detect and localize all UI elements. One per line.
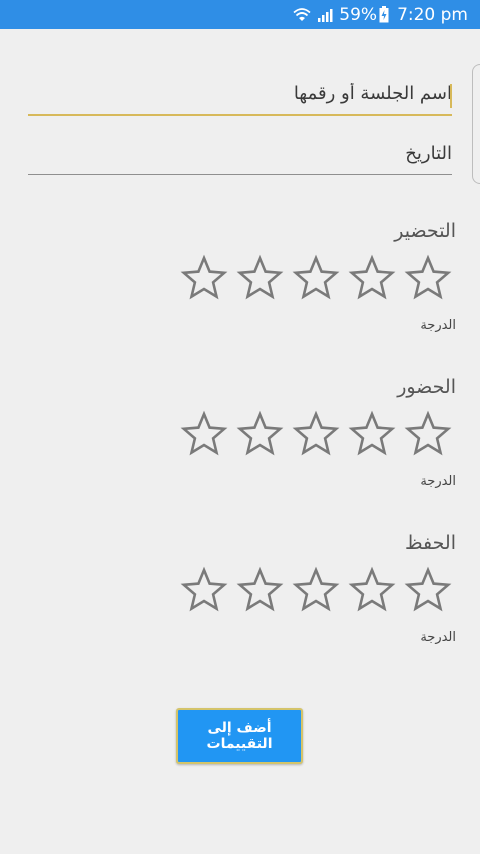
rating-bar-memorization[interactable] [180,566,452,614]
star-outline-icon[interactable] [348,410,396,458]
star-outline-icon[interactable] [236,410,284,458]
date-input[interactable] [28,138,452,174]
session-field-underline [28,114,452,116]
session-name-input[interactable] [28,78,452,114]
signal-icon [317,7,333,23]
session-name-field[interactable] [28,78,452,116]
wifi-icon [293,7,311,23]
star-outline-icon[interactable] [292,566,340,614]
star-outline-icon[interactable] [236,566,284,614]
rating-title-attendance: الحضور [397,376,456,398]
star-outline-icon[interactable] [236,254,284,302]
text-caret [450,84,452,108]
scroll-edge-indicator [472,64,480,184]
date-field-underline [28,174,452,175]
star-outline-icon[interactable] [292,410,340,458]
clock: 7:20 pm [397,4,468,25]
grade-label-attendance: الدرجة [420,474,456,489]
rating-bar-preparation[interactable] [180,254,452,302]
star-outline-icon[interactable] [404,566,452,614]
grade-label-preparation: الدرجة [420,318,456,333]
star-outline-icon[interactable] [348,254,396,302]
rating-title-preparation: التحضير [394,220,456,242]
date-field[interactable] [28,138,452,175]
star-outline-icon[interactable] [404,410,452,458]
star-outline-icon[interactable] [180,566,228,614]
star-outline-icon[interactable] [292,254,340,302]
status-bar: 59% 7:20 pm [0,0,480,29]
star-outline-icon[interactable] [180,254,228,302]
add-to-ratings-button[interactable]: أضف إلى التقييمات [176,708,303,764]
rating-bar-attendance[interactable] [180,410,452,458]
grade-label-memorization: الدرجة [420,630,456,645]
battery-percent: 59% [339,4,378,25]
star-outline-icon[interactable] [404,254,452,302]
star-outline-icon[interactable] [348,566,396,614]
battery-charging-icon [379,6,389,23]
rating-title-memorization: الحفظ [405,532,456,554]
star-outline-icon[interactable] [180,410,228,458]
